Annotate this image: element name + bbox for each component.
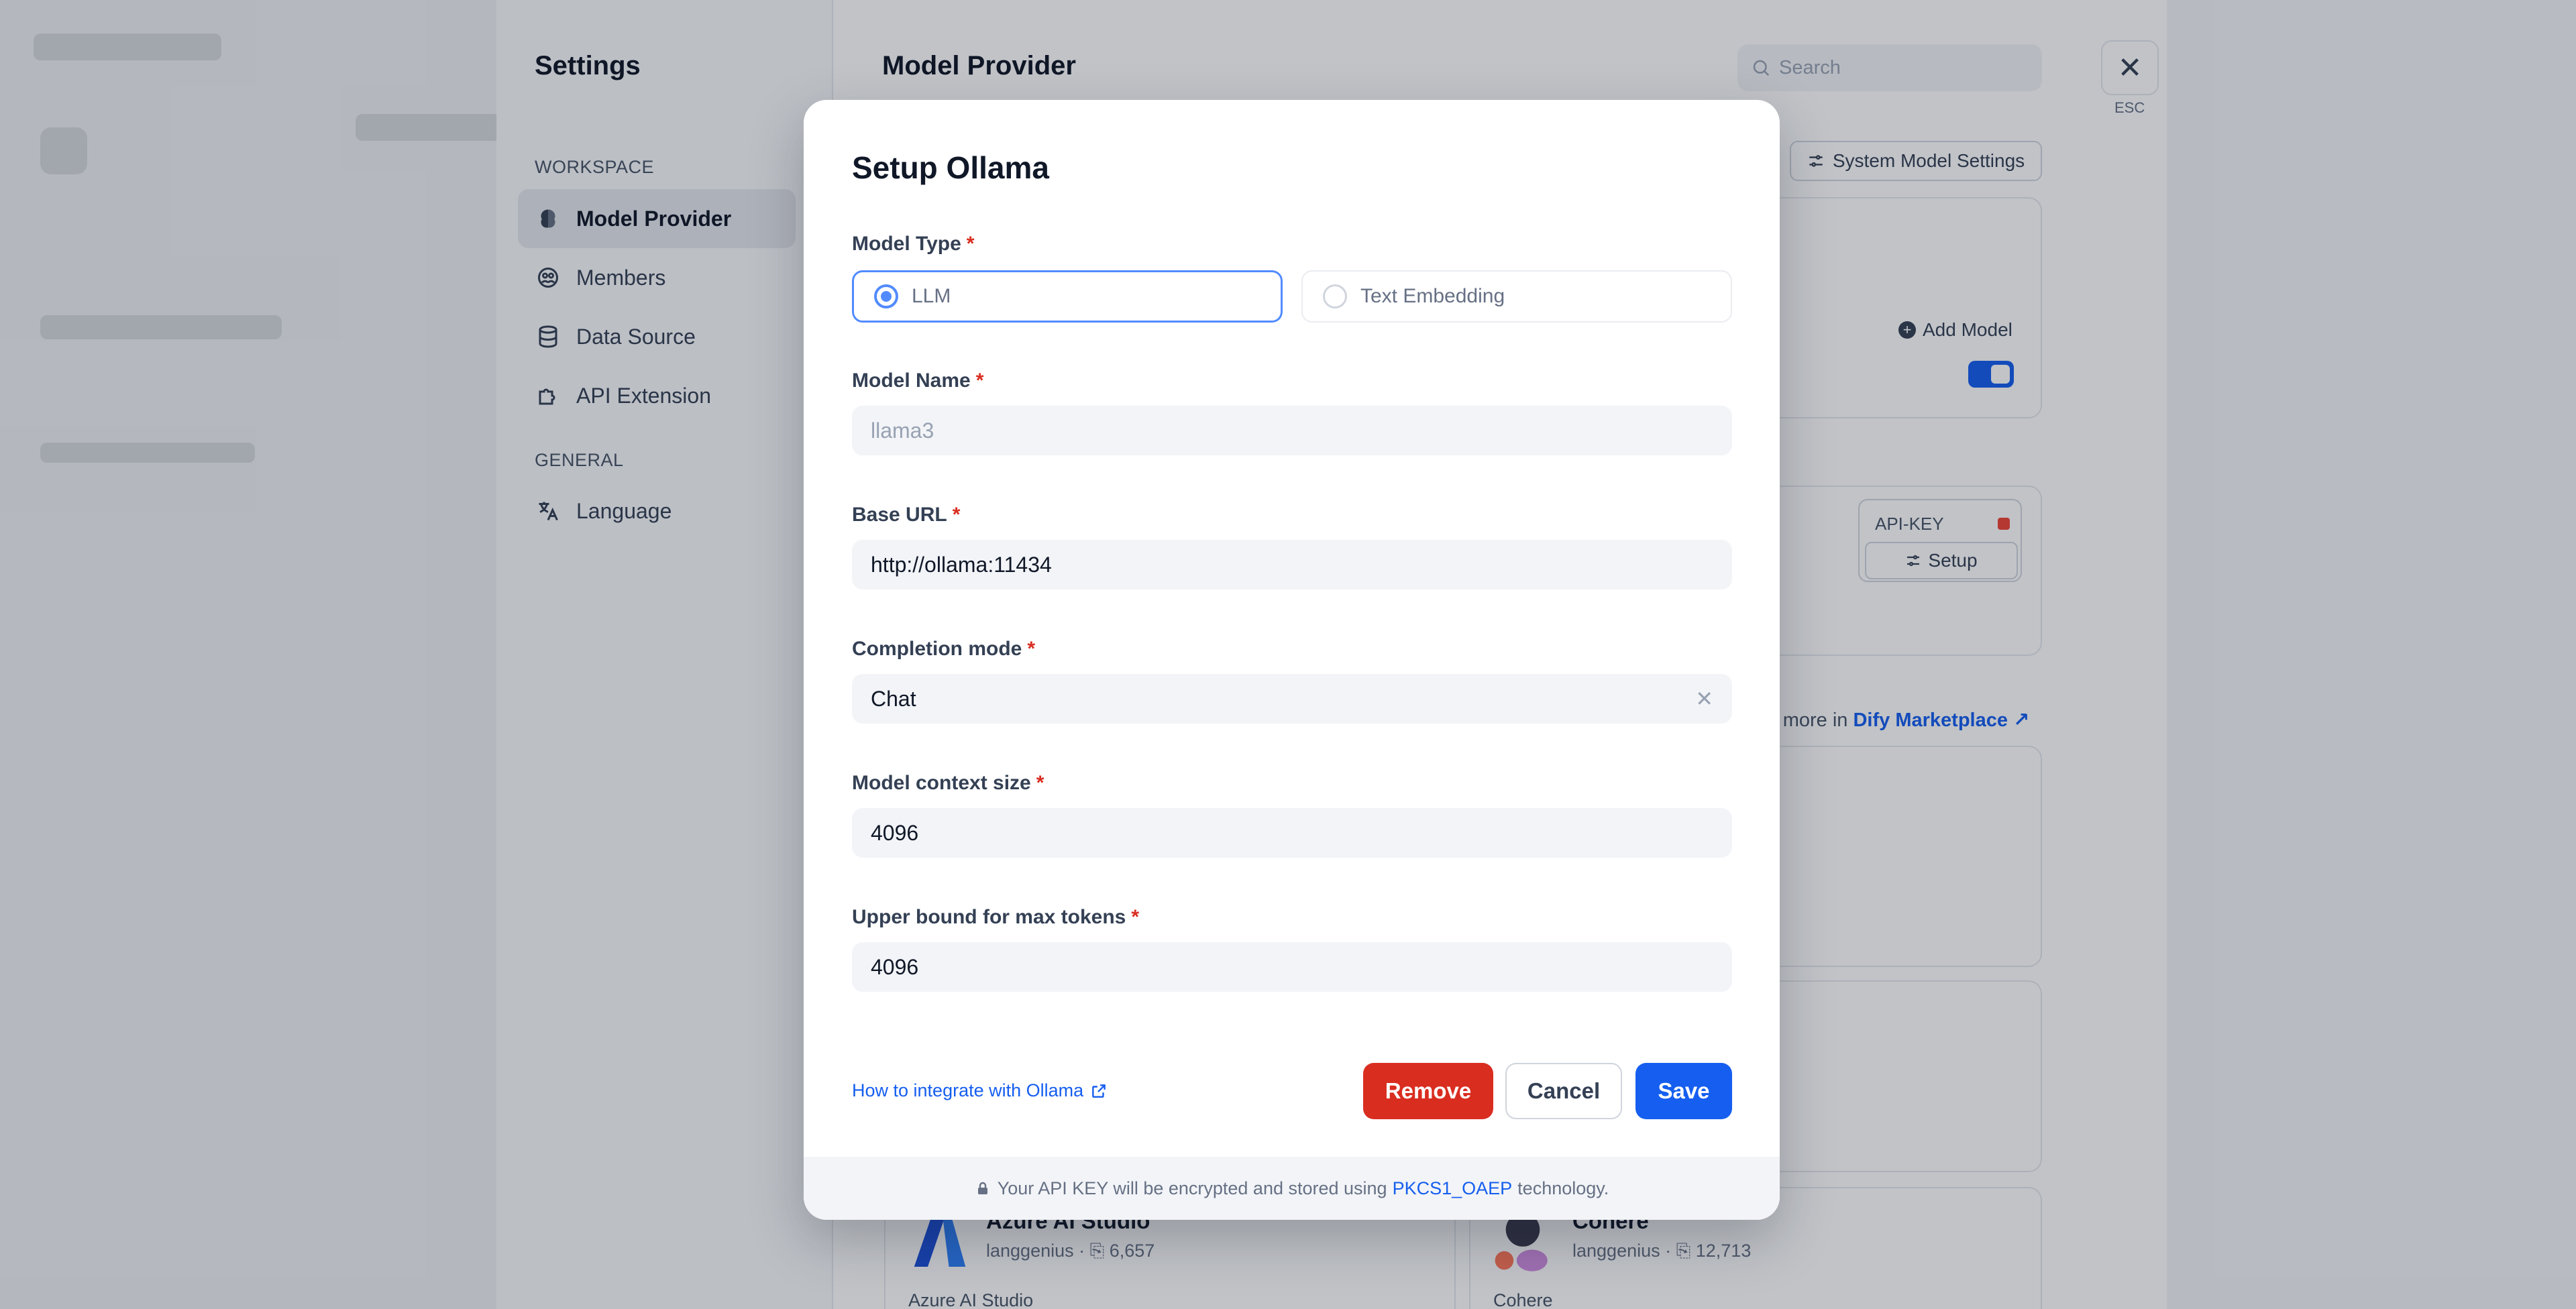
security-notice: Your API KEY will be encrypted and store…: [804, 1157, 1780, 1220]
external-link-icon: [1092, 1084, 1106, 1098]
notice-text: Your API KEY will be encrypted and store…: [997, 1178, 1387, 1198]
select-value: Chat: [871, 686, 916, 711]
label-text: Upper bound for max tokens: [852, 906, 1126, 928]
model-name-input[interactable]: llama3: [852, 406, 1732, 455]
model-name-label: Model Name *: [852, 369, 983, 392]
input-value: http://ollama:11434: [871, 552, 1052, 577]
label-text: Base URL: [852, 504, 947, 526]
required-mark: *: [1131, 906, 1140, 928]
option-label: Text Embedding: [1360, 285, 1505, 307]
base-url-input[interactable]: http://ollama:11434: [852, 540, 1732, 589]
required-mark: *: [1036, 772, 1044, 794]
max-tokens-input[interactable]: 4096: [852, 942, 1732, 992]
label-text: Model context size: [852, 772, 1031, 794]
clear-icon[interactable]: ✕: [1695, 686, 1713, 712]
cancel-button[interactable]: Cancel: [1505, 1063, 1622, 1119]
notice-keyword: PKCS1_OAEP: [1392, 1178, 1513, 1198]
completion-mode-select[interactable]: Chat ✕: [852, 674, 1732, 724]
link-label: How to integrate with Ollama: [852, 1080, 1084, 1100]
label-text: Model Name: [852, 369, 971, 392]
save-button[interactable]: Save: [1635, 1063, 1732, 1119]
base-url-label: Base URL *: [852, 504, 960, 526]
notice-text: technology.: [1517, 1178, 1609, 1198]
option-label: LLM: [912, 285, 951, 307]
model-type-option-llm[interactable]: LLM: [852, 270, 1283, 323]
required-mark: *: [1027, 638, 1036, 660]
model-type-option-text-embedding[interactable]: Text Embedding: [1301, 270, 1732, 323]
max-tokens-label: Upper bound for max tokens *: [852, 906, 1139, 929]
remove-button[interactable]: Remove: [1363, 1063, 1493, 1119]
setup-modal: Setup Ollama Model Type * LLM Text Embedd…: [804, 100, 1780, 1220]
context-size-label: Model context size *: [852, 772, 1044, 795]
completion-mode-label: Completion mode *: [852, 638, 1035, 661]
model-type-label: Model Type *: [852, 233, 974, 255]
radio-selected-icon: [874, 284, 898, 308]
input-value: 4096: [871, 820, 919, 845]
label-text: Completion mode: [852, 638, 1022, 660]
input-value: 4096: [871, 954, 919, 979]
required-mark: *: [975, 369, 984, 392]
required-mark: *: [966, 233, 975, 255]
label-text: Model Type: [852, 233, 961, 255]
context-size-input[interactable]: 4096: [852, 808, 1732, 858]
modal-title: Setup Ollama: [852, 150, 1049, 185]
input-placeholder: llama3: [871, 418, 934, 443]
help-link[interactable]: How to integrate with Ollama: [852, 1080, 1108, 1101]
required-mark: *: [952, 504, 961, 526]
radio-unselected-icon: [1323, 284, 1347, 308]
lock-icon: [977, 1182, 987, 1194]
